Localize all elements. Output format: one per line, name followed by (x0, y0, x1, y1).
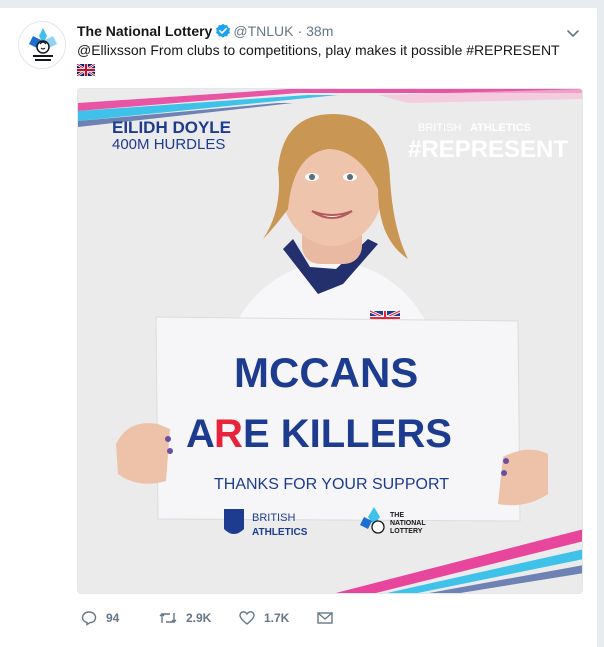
verified-badge-icon (215, 23, 231, 43)
reply-icon (81, 611, 97, 626)
tweet[interactable]: The National Lottery @TNLUK · 38m @Ellixsso… (0, 8, 598, 647)
sign-line-2-b: R (214, 412, 243, 456)
sign-line-2-a: A (186, 412, 215, 456)
svg-text:BRITISH: BRITISH (252, 512, 295, 524)
svg-text:THE: THE (390, 512, 404, 519)
reply-count: 94 (106, 611, 120, 625)
author-handle[interactable]: @TNLUK (233, 23, 293, 39)
national-lottery-logo-icon (29, 28, 57, 61)
brand-label-right: ATHLETICS (470, 122, 531, 134)
uk-flag-icon (76, 63, 96, 77)
brand-label-left: BRITISH (418, 122, 461, 134)
timestamp[interactable]: 38m (306, 23, 333, 39)
like-count: 1.7K (264, 611, 290, 625)
author-name[interactable]: The National Lottery (77, 23, 212, 39)
like-button[interactable]: 1.7K (239, 608, 289, 628)
timeline-top-gap (0, 0, 604, 8)
direct-message-button[interactable] (317, 608, 342, 628)
retweet-icon (159, 613, 177, 623)
hashtag-overlay: #REPRESENT (408, 136, 568, 163)
tweet-header: The National Lottery @TNLUK · 38m (77, 22, 333, 43)
sign-line-3: THANKS FOR YOUR SUPPORT (214, 476, 449, 493)
svg-text:ATHLETICS: ATHLETICS (252, 527, 308, 538)
chevron-down-icon (567, 30, 579, 38)
retweet-button[interactable]: 2.9K (159, 608, 211, 628)
envelope-icon (317, 612, 333, 624)
retweet-count: 2.9K (186, 611, 212, 625)
tweet-image[interactable]: EILIDH DOYLE 400M HURDLES BRITISH ATHLET… (77, 88, 583, 594)
avatar[interactable] (18, 21, 66, 69)
svg-text:LOTTERY: LOTTERY (390, 528, 423, 535)
sign-line-2-c: E KILLERS (243, 412, 452, 456)
heart-icon (239, 611, 255, 625)
athlete-event: 400M HURDLES (112, 136, 225, 153)
athlete-name: EILIDH DOYLE (112, 118, 231, 137)
british-athletics-logo-icon: BRITISH ATHLETICS (224, 509, 308, 538)
tweet-text: @Ellixsson From clubs to competitions, p… (77, 42, 560, 58)
reply-button[interactable]: 94 (81, 608, 119, 628)
svg-text:NATIONAL: NATIONAL (390, 520, 426, 527)
separator-dot: · (297, 23, 303, 39)
sign-line-1: MCCANS (234, 349, 418, 396)
